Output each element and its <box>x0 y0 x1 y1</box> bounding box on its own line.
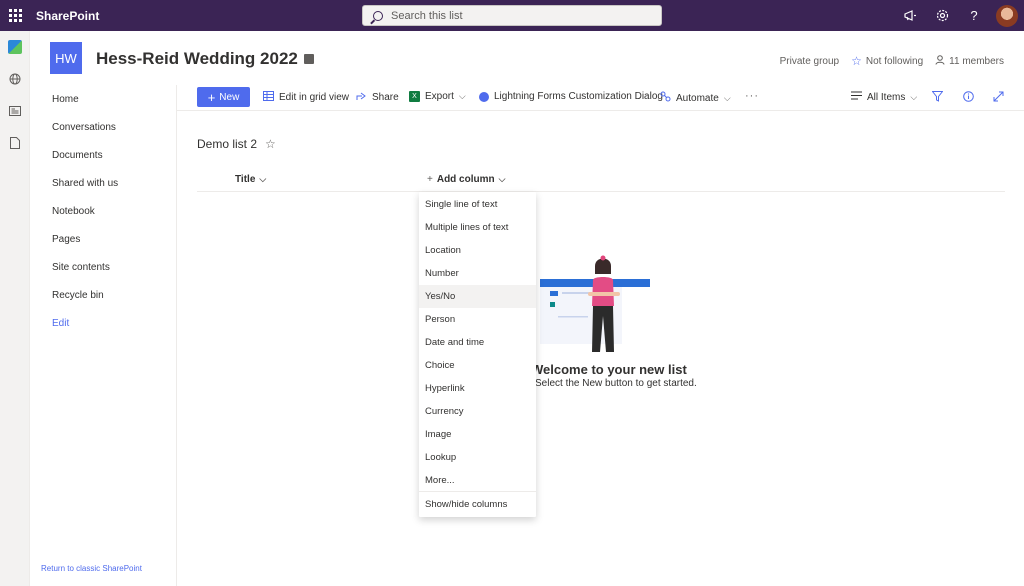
menu-item-choice[interactable]: Choice <box>419 354 536 377</box>
add-column-button[interactable]: + Add column ⌵ <box>427 174 505 185</box>
left-nav: Home Conversations Documents Shared with… <box>30 85 177 586</box>
chevron-down-icon: ⌵ <box>498 174 506 184</box>
site-header-actions: Private group ☆ Not following 11 members <box>780 54 1004 68</box>
column-header-title[interactable]: Title ⌵ <box>235 174 266 185</box>
export-button[interactable]: X Export ⌵ <box>409 91 466 102</box>
info-icon[interactable] <box>963 91 974 102</box>
menu-item-person[interactable]: Person <box>419 308 536 331</box>
privacy-label: Private group <box>779 55 840 67</box>
search-icon <box>373 10 383 21</box>
avatar[interactable] <box>996 4 1018 27</box>
nav-item-home[interactable]: Home <box>52 94 79 105</box>
menu-item-date-time[interactable]: Date and time <box>419 331 536 354</box>
menu-item-multiple-lines[interactable]: Multiple lines of text <box>419 216 536 239</box>
file-icon[interactable] <box>0 127 30 159</box>
automate-button[interactable]: Automate ⌵ <box>660 91 731 105</box>
chevron-down-icon: ⌵ <box>458 91 466 101</box>
menu-item-location[interactable]: Location <box>419 239 536 262</box>
menu-item-more[interactable]: More... <box>419 469 536 492</box>
menu-item-image[interactable]: Image <box>419 423 536 446</box>
site-icon[interactable] <box>0 31 30 63</box>
megaphone-icon[interactable] <box>894 0 926 31</box>
menu-item-yes-no[interactable]: Yes/No <box>419 285 536 308</box>
nav-edit-link[interactable]: Edit <box>52 318 69 329</box>
plus-icon: + <box>207 89 216 105</box>
empty-state-subtitle: Select the New button to get started. <box>535 378 697 389</box>
nav-item-shared-with-us[interactable]: Shared with us <box>52 178 118 189</box>
list-view-icon <box>851 91 862 103</box>
view-selector[interactable]: All Items ⌵ <box>851 91 917 103</box>
favorite-star-icon[interactable]: ☆ <box>265 137 276 151</box>
teams-icon <box>303 54 314 64</box>
chevron-down-icon: ⌵ <box>723 92 731 103</box>
chevron-down-icon: ⌵ <box>259 174 267 184</box>
filter-icon[interactable] <box>932 91 943 102</box>
follow-button[interactable]: ☆ Not following <box>851 54 923 68</box>
star-icon: ☆ <box>851 54 862 68</box>
nav-item-conversations[interactable]: Conversations <box>52 122 116 133</box>
empty-list-illustration <box>540 254 655 354</box>
site-logo[interactable]: HW <box>50 42 82 74</box>
help-icon[interactable]: ? <box>958 0 990 31</box>
app-launcher-icon[interactable] <box>0 0 30 31</box>
app-bar <box>0 31 30 586</box>
column-header-row: Title ⌵ + Add column ⌵ <box>197 168 1005 192</box>
members-button[interactable]: 11 members <box>935 54 1004 68</box>
menu-item-lookup[interactable]: Lookup <box>419 446 536 469</box>
more-options-icon[interactable]: ··· <box>745 90 759 102</box>
share-button[interactable]: Share <box>356 91 399 104</box>
person-icon <box>935 54 945 68</box>
return-classic-link[interactable]: Return to classic SharePoint <box>41 564 142 573</box>
search-placeholder: Search this list <box>391 9 463 22</box>
nav-item-notebook[interactable]: Notebook <box>52 206 95 217</box>
nav-item-documents[interactable]: Documents <box>52 150 103 161</box>
nav-item-site-contents[interactable]: Site contents <box>52 262 110 273</box>
expand-icon[interactable] <box>993 91 1004 102</box>
suite-bar: SharePoint Search this list ? <box>0 0 1024 31</box>
nav-item-recycle-bin[interactable]: Recycle bin <box>52 290 104 301</box>
empty-state-title: Welcome to your new list <box>531 362 687 377</box>
command-bar: + New Edit in grid view Share X Export ⌵… <box>177 85 1024 111</box>
news-icon[interactable] <box>0 95 30 127</box>
new-button[interactable]: + New <box>197 87 250 107</box>
share-icon <box>356 91 367 104</box>
list-title: Demo list 2 ☆ <box>197 137 276 151</box>
brand-name[interactable]: SharePoint <box>36 9 99 23</box>
site-title[interactable]: Hess-Reid Wedding 2022 <box>96 49 314 69</box>
nav-item-pages[interactable]: Pages <box>52 234 80 245</box>
menu-item-show-hide-columns[interactable]: Show/hide columns <box>419 493 536 516</box>
automate-icon <box>660 91 671 105</box>
lightning-forms-icon <box>479 91 489 102</box>
add-column-menu: Single line of text Multiple lines of te… <box>419 192 536 517</box>
menu-item-single-line[interactable]: Single line of text <box>419 193 536 216</box>
plus-icon: + <box>427 174 433 185</box>
menu-item-hyperlink[interactable]: Hyperlink <box>419 377 536 400</box>
globe-icon[interactable] <box>0 63 30 95</box>
menu-item-currency[interactable]: Currency <box>419 400 536 423</box>
gear-icon[interactable] <box>926 0 958 31</box>
edit-grid-view-button[interactable]: Edit in grid view <box>263 91 349 104</box>
lightning-forms-button[interactable]: Lightning Forms Customization Dialog <box>479 91 663 102</box>
grid-icon <box>263 91 274 104</box>
menu-item-number[interactable]: Number <box>419 262 536 285</box>
chevron-down-icon: ⌵ <box>910 91 918 102</box>
search-box[interactable]: Search this list <box>362 5 662 26</box>
menu-divider <box>419 491 536 492</box>
excel-icon: X <box>409 91 420 102</box>
